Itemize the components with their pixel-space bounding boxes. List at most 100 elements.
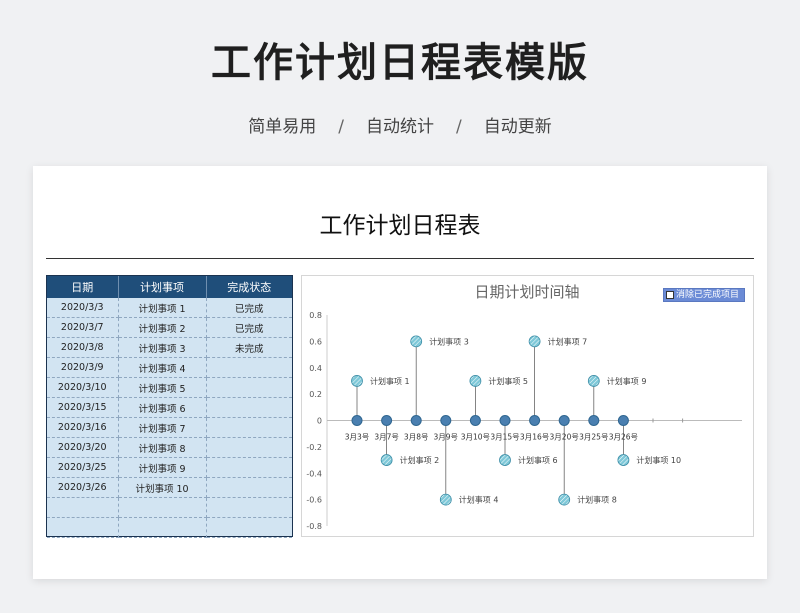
cell-status[interactable]: 已完成 (206, 298, 292, 318)
axis-date-marker (558, 415, 570, 426)
cell-item[interactable]: 计划事项 7 (118, 417, 207, 438)
y-tick-label: 0.4 (309, 364, 322, 373)
axis-date-marker (469, 415, 481, 426)
event-marker[interactable] (351, 375, 363, 387)
table-row: 2020/3/20 计划事项 8 (47, 437, 292, 458)
cell-item[interactable]: 计划事项 9 (118, 457, 207, 478)
table-row: 2020/3/3 计划事项 1 已完成 (47, 298, 292, 318)
x-category-label: 3月8号 (404, 433, 429, 442)
cell-status[interactable] (206, 417, 292, 438)
cell-date[interactable]: 2020/3/20 (47, 437, 119, 458)
axis-date-marker (617, 415, 629, 426)
chart-title: 日期计划时间轴 (474, 283, 579, 301)
event-label: 计划事项 5 (488, 376, 528, 386)
y-tick-label: -0.8 (306, 522, 322, 531)
event-marker[interactable] (558, 493, 571, 506)
subtitle-item-2: 自动统计 (366, 117, 434, 137)
cell-status[interactable] (206, 477, 292, 498)
cell-item[interactable] (118, 497, 207, 518)
cell-item[interactable]: 计划事项 1 (118, 298, 207, 318)
x-category-label: 3月9号 (434, 433, 459, 442)
event-marker[interactable] (410, 335, 423, 348)
event-marker[interactable] (587, 375, 600, 387)
subtitle-separator: / (338, 117, 344, 137)
table-row: 2020/3/15 计划事项 6 (47, 397, 292, 418)
cell-status[interactable] (206, 437, 292, 458)
event-marker[interactable] (469, 375, 482, 387)
legend-toggle[interactable]: 消除已完成项目 (663, 288, 745, 302)
table-row: 2020/3/16 计划事项 7 (47, 417, 292, 438)
subtitle-item-1: 简单易用 (248, 117, 317, 137)
x-category-label: 3月25号 (579, 433, 608, 442)
axis-date-marker (529, 415, 541, 426)
x-category-label: 3月3号 (345, 433, 370, 442)
cell-date[interactable] (47, 517, 119, 538)
cell-status[interactable] (206, 517, 292, 538)
y-tick-label: -0.6 (306, 496, 322, 505)
x-category-label: 3月26号 (609, 433, 638, 442)
cell-item[interactable]: 计划事项 4 (118, 357, 207, 378)
cell-status[interactable] (206, 397, 292, 418)
x-category-label: 3月16号 (520, 433, 549, 442)
table-row: 2020/3/25 计划事项 9 (47, 457, 292, 478)
cell-date[interactable] (47, 497, 119, 518)
event-label: 计划事项 2 (400, 455, 440, 465)
cell-date[interactable]: 2020/3/15 (47, 397, 119, 418)
x-category-label: 3月10号 (461, 433, 490, 442)
event-label: 计划事项 7 (548, 336, 588, 346)
table-row: 2020/3/26 计划事项 10 (47, 477, 292, 498)
cell-item[interactable]: 计划事项 6 (118, 397, 207, 418)
sheet-title: 工作计划日程表 (319, 213, 481, 239)
cell-date[interactable]: 2020/3/8 (47, 337, 119, 358)
cell-item[interactable] (118, 517, 207, 538)
schedule-table: 日期 计划事项 完成状态 2020/3/3 计划事项 1 已完成 2020/3/7 计划… (46, 275, 293, 538)
cell-status[interactable] (206, 377, 292, 398)
cell-date[interactable]: 2020/3/25 (47, 457, 119, 478)
event-marker[interactable] (528, 335, 541, 348)
y-tick-label: -0.4 (306, 469, 322, 478)
cell-item[interactable]: 计划事项 10 (118, 477, 207, 498)
y-tick-label: -0.2 (306, 443, 322, 452)
cell-item[interactable]: 计划事项 5 (118, 377, 207, 398)
event-label: 计划事项 3 (429, 336, 469, 346)
axis-date-marker (351, 415, 363, 426)
legend-label: 消除已完成项目 (676, 290, 740, 300)
axis-date-marker (588, 415, 600, 426)
cell-date[interactable]: 2020/3/16 (47, 417, 119, 438)
y-tick-label: 0.8 (309, 311, 322, 320)
cell-date[interactable]: 2020/3/7 (47, 317, 119, 338)
y-tick-label: 0 (317, 417, 322, 426)
main-title: 工作计划日程表模版 (211, 40, 589, 86)
axis-date-marker (410, 415, 422, 426)
event-marker[interactable] (439, 493, 452, 506)
header-date: 日期 (47, 276, 119, 298)
cell-status[interactable]: 未完成 (206, 337, 292, 358)
x-category-label: 3月20号 (550, 433, 579, 442)
event-marker[interactable] (617, 454, 630, 466)
cell-item[interactable]: 计划事项 3 (118, 337, 207, 358)
cell-date[interactable]: 2020/3/3 (47, 298, 119, 318)
cell-date[interactable]: 2020/3/10 (47, 377, 119, 398)
event-label: 计划事项 9 (607, 376, 647, 386)
cell-status[interactable]: 已完成 (206, 317, 292, 338)
axis-date-marker (499, 415, 511, 426)
event-label: 计划事项 1 (370, 376, 410, 386)
cell-date[interactable]: 2020/3/26 (47, 477, 119, 498)
table-header-row: 日期 计划事项 完成状态 (47, 276, 292, 298)
subtitle-separator: / (456, 117, 462, 137)
x-category-label: 3月15号 (490, 433, 519, 442)
table-row: 2020/3/7 计划事项 2 已完成 (47, 317, 292, 338)
cell-status[interactable] (206, 457, 292, 478)
cell-status[interactable] (206, 497, 292, 518)
axis-date-marker (381, 415, 393, 426)
cell-status[interactable] (206, 357, 292, 378)
event-marker[interactable] (380, 454, 393, 466)
cell-item[interactable]: 计划事项 8 (118, 437, 207, 458)
table-row: 2020/3/10 计划事项 5 (47, 377, 292, 398)
cell-item[interactable]: 计划事项 2 (118, 317, 207, 338)
table-row: 2020/3/8 计划事项 3 未完成 (47, 337, 292, 358)
event-marker[interactable] (499, 454, 511, 466)
cell-date[interactable]: 2020/3/9 (47, 357, 119, 378)
y-tick-label: 0.6 (309, 337, 322, 346)
legend-checkbox[interactable] (666, 291, 674, 299)
